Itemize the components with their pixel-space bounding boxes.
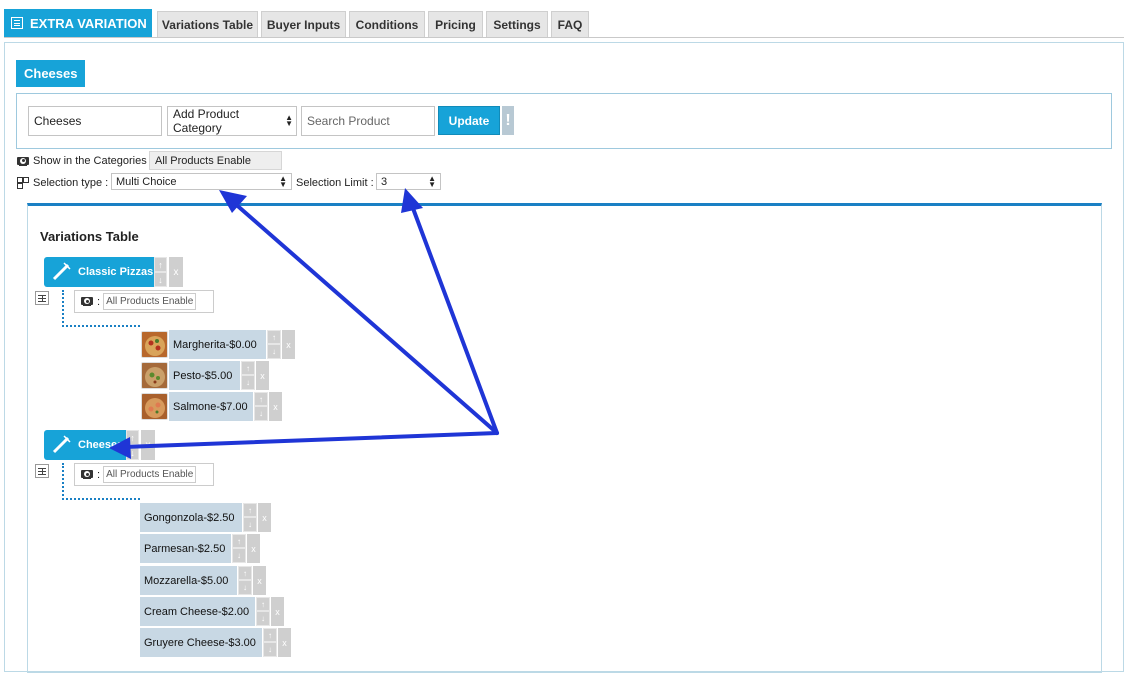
list-icon — [11, 17, 23, 29]
category-edit-button[interactable] — [44, 430, 75, 460]
eye-icon — [17, 156, 29, 166]
variation-item[interactable]: Cream Cheese-$2.00 — [140, 597, 255, 626]
table-icon[interactable] — [35, 291, 49, 305]
select-arrows-icon: ▲ ▼ — [279, 173, 287, 189]
visibility-separator: : — [97, 295, 101, 308]
remove-item-button[interactable]: x — [282, 330, 295, 359]
move-up-button[interactable]: ↑ — [126, 430, 139, 445]
category-visibility-select[interactable]: All Products Enable — [103, 466, 197, 483]
eye-icon — [81, 470, 93, 479]
remove-category-button[interactable]: x — [169, 257, 183, 287]
move-down-button[interactable]: ↓ — [232, 548, 246, 563]
selection-type-select[interactable]: Multi Choice ▲ ▼ — [111, 173, 292, 190]
variation-item[interactable]: Parmesan-$2.50 — [140, 534, 231, 563]
pizza-image — [142, 332, 167, 357]
tab-variations-table[interactable]: Variations Table — [157, 11, 258, 37]
variation-item[interactable]: Margherita-$0.00 — [169, 330, 266, 359]
move-up-button[interactable]: ↑ — [263, 628, 277, 642]
remove-item-button[interactable]: x — [271, 597, 284, 626]
select-arrows-icon: ▲ ▼ — [285, 113, 293, 128]
product-thumbnail — [141, 393, 168, 420]
move-down-button[interactable]: ↓ — [243, 517, 257, 532]
table-icon[interactable] — [35, 464, 49, 478]
variation-item[interactable]: Salmone-$7.00 — [169, 392, 253, 421]
category-label[interactable]: Cheeses — [74, 430, 126, 460]
pizza-image — [142, 363, 167, 388]
tab-pricing[interactable]: Pricing — [428, 11, 483, 37]
variations-table-title: Variations Table — [40, 229, 139, 244]
move-down-button[interactable]: ↓ — [126, 445, 139, 460]
category-visibility: : All Products Enable — [74, 290, 214, 313]
tab-settings[interactable]: Settings — [486, 11, 548, 37]
product-thumbnail — [141, 362, 168, 389]
tab-extra-variation-label: EXTRA VARIATION — [30, 15, 147, 31]
tab-buyer-inputs[interactable]: Buyer Inputs — [261, 11, 346, 37]
group-name-input[interactable]: Cheeses — [28, 106, 162, 136]
move-down-button[interactable]: ↓ — [241, 375, 255, 390]
move-up-button[interactable]: ↑ — [267, 330, 281, 344]
move-down-button[interactable]: ↓ — [254, 406, 268, 421]
move-up-button[interactable]: ↑ — [238, 566, 252, 580]
move-down-button[interactable]: ↓ — [267, 344, 281, 359]
pencil-icon — [52, 262, 71, 281]
remove-category-button[interactable]: x — [141, 430, 155, 460]
tab-conditions[interactable]: Conditions — [349, 11, 425, 37]
remove-item-button[interactable]: x — [256, 361, 269, 390]
variation-item[interactable]: Gruyere Cheese-$3.00 — [140, 628, 262, 657]
select-arrows-icon: ▲ ▼ — [428, 173, 436, 189]
selection-limit-value: 3 — [381, 175, 388, 188]
product-category-select[interactable]: Add Product Category ▲ ▼ — [167, 106, 297, 136]
move-down-button[interactable]: ↓ — [263, 642, 277, 657]
selection-limit-select[interactable]: 3 ▲ ▼ — [376, 173, 441, 190]
move-up-button[interactable]: ↑ — [232, 534, 246, 548]
move-up-button[interactable]: ↑ — [254, 392, 268, 406]
remove-item-button[interactable]: x — [247, 534, 260, 563]
variation-item[interactable]: Gongonzola-$2.50 — [140, 503, 242, 532]
selection-type-label: Selection type : — [33, 176, 109, 189]
category-visibility-select[interactable]: All Products Enable — [103, 293, 197, 310]
pizza-image — [142, 394, 167, 419]
move-up-button[interactable]: ↑ — [154, 257, 167, 272]
tree-connector — [62, 290, 64, 327]
update-button[interactable]: Update — [438, 106, 500, 135]
tab-extra-variation[interactable]: EXTRA VARIATION — [4, 9, 152, 37]
selection-limit-label: Selection Limit : — [296, 176, 374, 189]
tab-faq[interactable]: FAQ — [551, 11, 589, 37]
qr-code-icon — [17, 176, 29, 189]
move-up-button[interactable]: ↑ — [241, 361, 255, 375]
info-button[interactable]: ! — [502, 106, 514, 135]
move-up-button[interactable]: ↑ — [256, 597, 270, 611]
remove-item-button[interactable]: x — [278, 628, 291, 657]
show-in-categories-row: Show in the Categories : — [17, 155, 153, 167]
tree-connector — [62, 463, 64, 500]
move-up-button[interactable]: ↑ — [243, 503, 257, 517]
show-in-categories-select[interactable]: All Products Enable — [149, 151, 282, 170]
product-category-select-value: Add Product Category — [173, 107, 240, 135]
remove-item-button[interactable]: x — [253, 566, 266, 595]
show-in-categories-label: Show in the Categories : — [33, 155, 153, 167]
variation-item[interactable]: Pesto-$5.00 — [169, 361, 240, 390]
tree-connector — [62, 325, 140, 327]
tab-bar: EXTRA VARIATION Variations Table Buyer I… — [4, 9, 1124, 38]
remove-item-button[interactable]: x — [269, 392, 282, 421]
move-down-button[interactable]: ↓ — [238, 580, 252, 595]
move-down-button[interactable]: ↓ — [256, 611, 270, 626]
eye-icon — [81, 297, 93, 306]
tree-connector — [62, 498, 140, 500]
move-down-button[interactable]: ↓ — [154, 272, 167, 287]
category-visibility: : All Products Enable — [74, 463, 214, 486]
selection-type-value: Multi Choice — [116, 175, 177, 188]
search-product-input[interactable]: Search Product — [301, 106, 435, 136]
pencil-icon — [52, 435, 71, 454]
variation-item[interactable]: Mozzarella-$5.00 — [140, 566, 237, 595]
selection-type-row: Selection type : — [17, 176, 108, 189]
remove-item-button[interactable]: x — [258, 503, 271, 532]
visibility-separator: : — [97, 468, 101, 481]
category-edit-button[interactable] — [44, 257, 75, 287]
category-label[interactable]: Classic Pizzas — [74, 257, 154, 287]
product-thumbnail — [141, 331, 168, 358]
group-title: Cheeses — [16, 60, 86, 87]
